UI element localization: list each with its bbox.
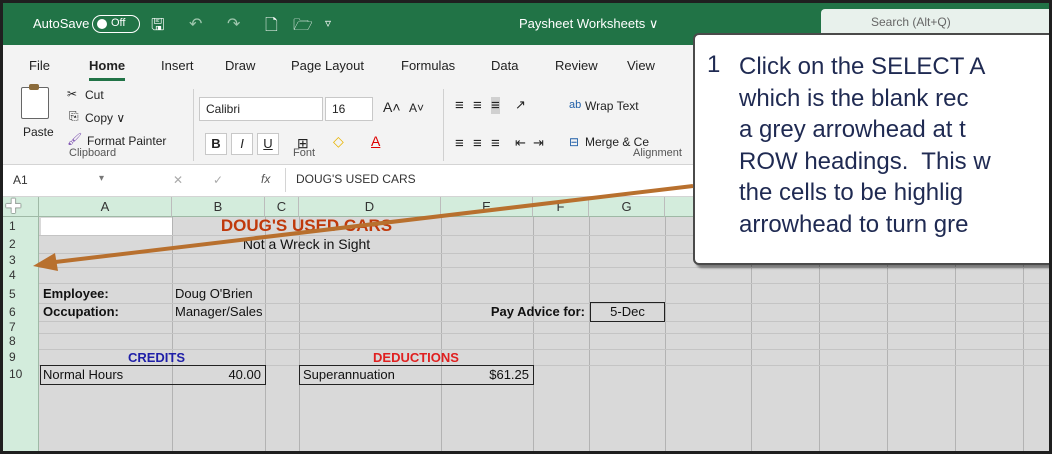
- excel-window: AutoSave Off 🖫 ↶ ↷ 🗋 🗁 ▿ Paysheet Worksh…: [0, 0, 1052, 454]
- arrow-line: [46, 184, 694, 265]
- arrow-head: [33, 253, 58, 271]
- pointer-arrow: [33, 184, 694, 271]
